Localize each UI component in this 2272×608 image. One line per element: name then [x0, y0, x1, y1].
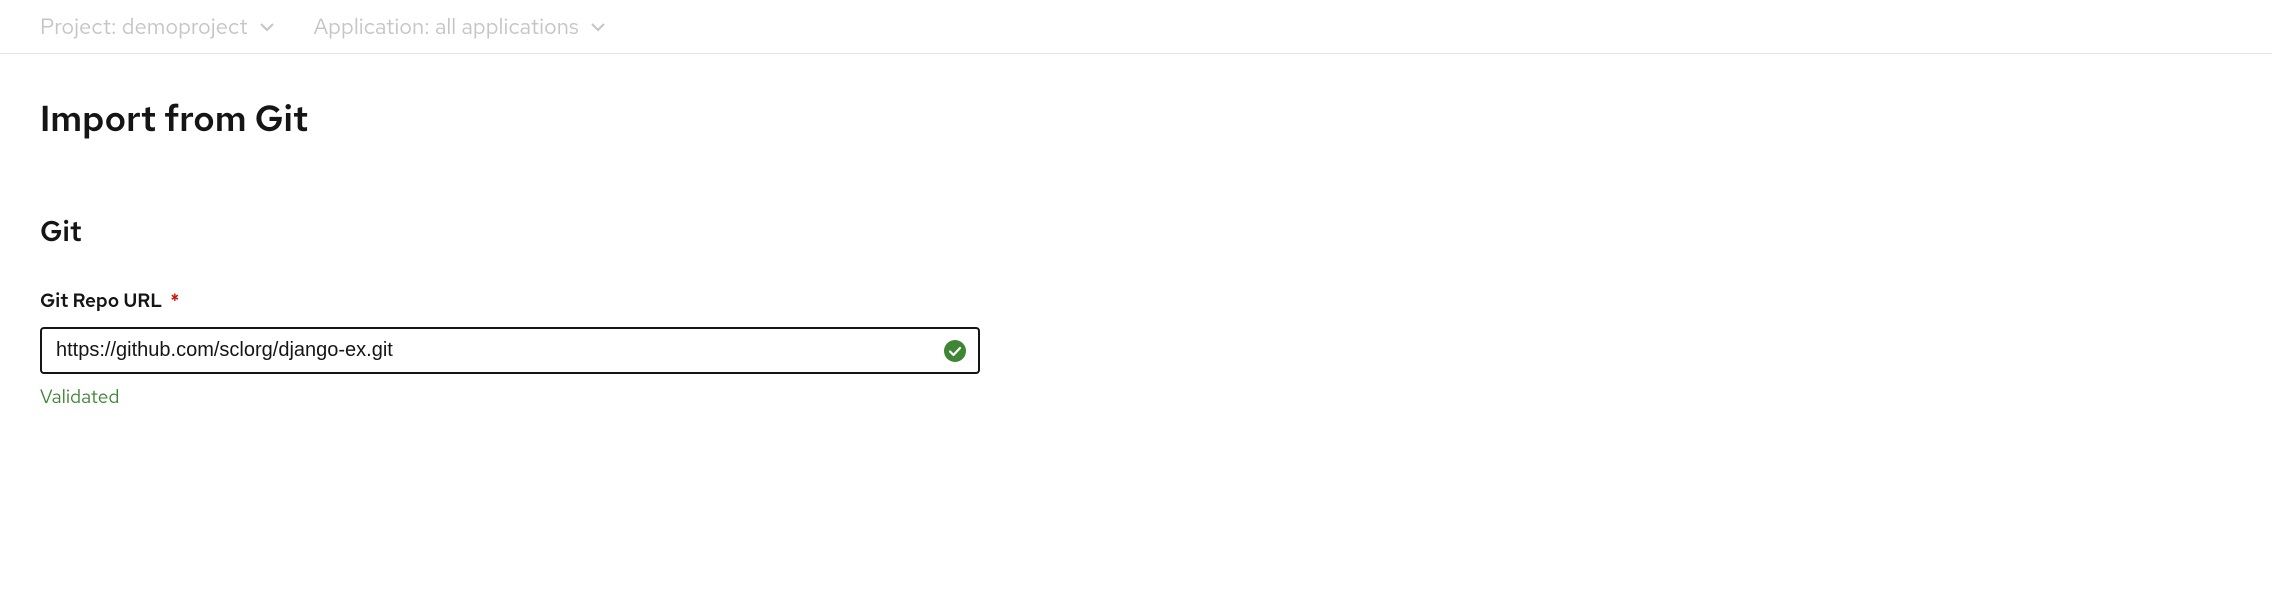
- application-label: Application: all applications: [314, 12, 579, 41]
- main-content: Import from Git Git Git Repo URL * Valid…: [0, 54, 2272, 449]
- git-repo-url-group: Git Repo URL * Validated: [40, 288, 980, 409]
- project-selector[interactable]: Project: demoproject: [40, 12, 274, 41]
- caret-down-icon: [591, 22, 605, 32]
- required-asterisk: *: [170, 288, 179, 313]
- git-repo-url-input-wrapper: [40, 327, 980, 374]
- caret-down-icon: [260, 22, 274, 32]
- validation-status-text: Validated: [40, 384, 980, 409]
- check-circle-icon: [944, 340, 966, 362]
- git-repo-url-label: Git Repo URL *: [40, 288, 980, 313]
- topbar: Project: demoproject Application: all ap…: [0, 0, 2272, 54]
- page-title: Import from Git: [40, 94, 2232, 142]
- git-repo-url-input[interactable]: [40, 327, 980, 374]
- project-label: Project: demoproject: [40, 12, 248, 41]
- application-selector[interactable]: Application: all applications: [314, 12, 605, 41]
- field-label-text: Git Repo URL: [40, 288, 162, 313]
- section-title-git: Git: [40, 212, 2232, 250]
